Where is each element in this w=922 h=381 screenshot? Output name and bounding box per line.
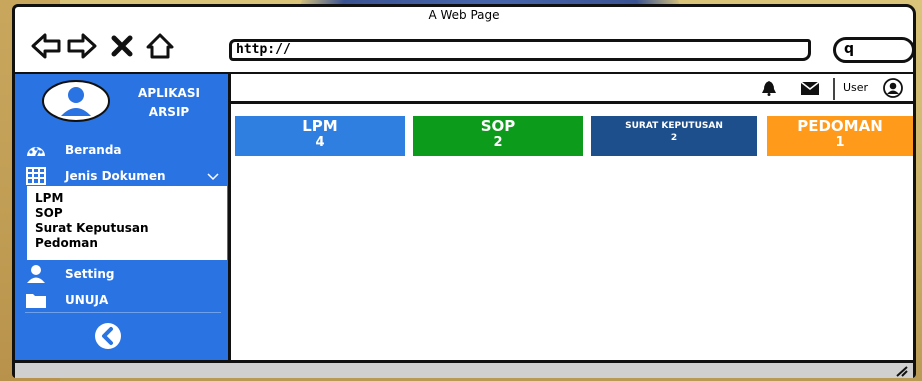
- browser-window: A Web Page http:// q APLIKASI ARSIP Bera…: [12, 4, 916, 378]
- submenu-item-sop[interactable]: SOP: [35, 206, 227, 221]
- avatar-icon: [42, 80, 110, 122]
- sidebar-divider: [25, 312, 221, 313]
- sidebar-item-label: UNUJA: [65, 293, 109, 307]
- dashboard-gauge-icon: [27, 147, 45, 157]
- card-surat-keputusan[interactable]: SURAT KEPUTUSAN 2: [591, 116, 757, 156]
- folder-icon: [26, 294, 46, 308]
- sidebar-item-jenis-dokumen[interactable]: Jenis Dokumen: [15, 166, 231, 188]
- resize-grip-icon[interactable]: [895, 365, 909, 377]
- card-sop[interactable]: SOP 2: [413, 116, 583, 156]
- card-title: SOP: [480, 117, 516, 135]
- window-title: A Web Page: [428, 8, 500, 22]
- home-icon[interactable]: [145, 31, 175, 61]
- browser-toolbar: http:// q: [15, 25, 915, 71]
- submenu-item-lpm[interactable]: LPM: [35, 191, 227, 206]
- sidebar-item-label: Setting: [65, 267, 115, 281]
- topbar-divider: [833, 78, 835, 100]
- chevron-down-icon: [207, 173, 219, 181]
- back-arrow-icon[interactable]: [31, 31, 61, 61]
- card-pedoman[interactable]: PEDOMAN 1: [767, 116, 913, 156]
- forward-arrow-icon[interactable]: [67, 31, 97, 61]
- card-count: 4: [315, 135, 325, 150]
- search-button[interactable]: q: [833, 37, 915, 63]
- chevron-left-circle-icon[interactable]: [93, 321, 123, 351]
- sidebar: APLIKASI ARSIP Beranda Jenis Dokumen LPM: [15, 74, 231, 360]
- user-circle-icon[interactable]: [883, 78, 903, 98]
- close-x-icon[interactable]: [107, 31, 137, 61]
- sidebar-item-beranda[interactable]: Beranda: [15, 140, 231, 162]
- main-content: User LPM 4 SOP 2 SURAT KEPUTUSAN 2 PEDOM…: [231, 74, 913, 360]
- sidebar-item-label: Beranda: [65, 143, 122, 157]
- mail-icon[interactable]: [801, 82, 819, 95]
- card-count: 2: [670, 133, 678, 143]
- card-count: 2: [493, 135, 503, 150]
- status-bar: [15, 360, 913, 378]
- bell-icon[interactable]: [761, 80, 777, 96]
- app-title-line2: ARSIP: [148, 105, 190, 119]
- sidebar-item-unuja[interactable]: UNUJA: [15, 290, 231, 312]
- submenu-item-surat-keputusan[interactable]: Surat Keputusan: [35, 221, 227, 236]
- jenis-dokumen-submenu: LPM SOP Surat Keputusan Pedoman: [27, 186, 227, 260]
- user-icon: [27, 265, 45, 283]
- app-title: APLIKASI ARSIP: [119, 84, 219, 122]
- card-count: 1: [835, 135, 845, 150]
- card-title: SURAT KEPUTUSAN: [625, 121, 723, 131]
- table-grid-icon: [26, 167, 46, 185]
- user-label[interactable]: User: [843, 81, 868, 94]
- card-title: LPM: [302, 117, 338, 135]
- url-field[interactable]: http://: [229, 39, 811, 61]
- content-topbar: User: [231, 74, 913, 104]
- sidebar-item-label: Jenis Dokumen: [65, 169, 166, 183]
- submenu-item-pedoman[interactable]: Pedoman: [35, 236, 227, 251]
- sidebar-item-setting[interactable]: Setting: [15, 264, 231, 286]
- app-title-line1: APLIKASI: [138, 86, 200, 100]
- card-title: PEDOMAN: [797, 117, 883, 135]
- card-lpm[interactable]: LPM 4: [235, 116, 405, 156]
- search-icon: q: [844, 41, 855, 57]
